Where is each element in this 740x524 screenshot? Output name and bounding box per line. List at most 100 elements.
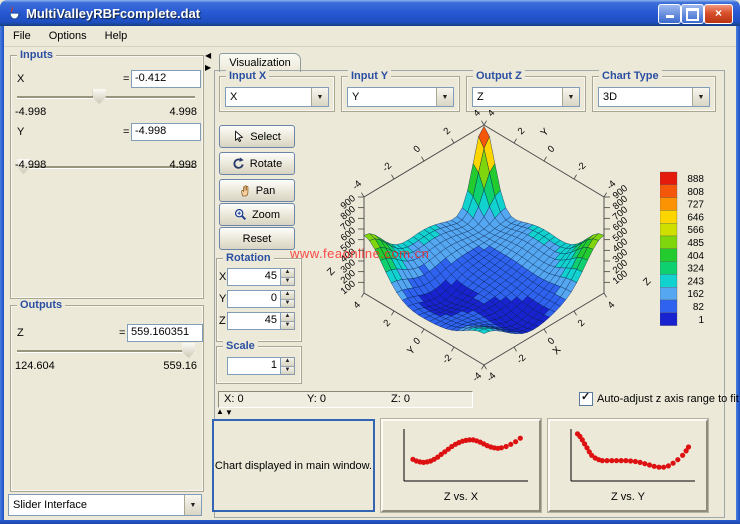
input-x-slider-track[interactable] — [17, 96, 195, 99]
svg-text:4: 4 — [471, 110, 483, 119]
rotation-group: Rotation X 45 ▲▼ Y 0 ▲▼ Z 45 ▲▼ — [216, 258, 302, 342]
input-x-selector-group: Input X X ▼ — [219, 76, 335, 112]
svg-text:-4: -4 — [470, 371, 484, 385]
output-z-max: 559.16 — [163, 360, 197, 372]
svg-text:Z: Z — [641, 276, 653, 288]
spin-down-icon[interactable]: ▼ — [281, 277, 294, 286]
tab-visualization-label: Visualization — [229, 57, 291, 69]
status-x: X: 0 — [224, 393, 244, 405]
spin-up-icon[interactable]: ▲ — [281, 269, 294, 277]
svg-text:Y: Y — [405, 344, 418, 357]
auto-adjust-label: Auto-adjust z axis range to fit — [597, 393, 739, 405]
input-y-min: -4.998 — [15, 159, 46, 171]
output-z-slider[interactable] — [17, 342, 195, 359]
input-x-slider[interactable] — [17, 88, 195, 105]
svg-text:2: 2 — [576, 318, 588, 330]
close-button[interactable]: × — [704, 4, 733, 24]
svg-text:82: 82 — [693, 302, 705, 313]
rotation-x-value[interactable]: 45 — [227, 268, 281, 286]
output-z-selector[interactable]: Z ▼ — [472, 87, 580, 107]
menu-options[interactable]: Options — [40, 28, 96, 44]
thumbnail-z-vs-x-label: Z vs. X — [383, 491, 539, 503]
output-z-slider-thumb[interactable] — [182, 343, 195, 358]
thumbnail-z-vs-y[interactable]: Z vs. Y — [548, 419, 708, 512]
input-x-slider-thumb[interactable] — [93, 89, 106, 104]
menu-bar: File Options Help — [4, 26, 736, 47]
z-vs-x-sparkline — [388, 424, 532, 488]
splitter-collapse-left-icon[interactable]: ◀ — [205, 52, 211, 60]
maximize-button[interactable] — [681, 4, 704, 24]
auto-adjust-checkbox[interactable]: ✓ — [579, 392, 593, 406]
svg-text:2: 2 — [441, 126, 453, 138]
output-z-label: Z — [17, 327, 24, 339]
input-y-selector[interactable]: Y ▼ — [347, 87, 454, 107]
svg-text:X: X — [551, 344, 564, 357]
scale-value[interactable]: 1 — [227, 357, 281, 375]
chart-type-selector-value: 3D — [599, 91, 692, 103]
rotate-tool-button[interactable]: Rotate — [219, 152, 295, 175]
scale-spinner[interactable]: 1 ▲▼ — [227, 357, 295, 375]
output-z-field[interactable]: 559.160351 — [127, 324, 203, 342]
input-x-field[interactable]: -0.412 — [131, 70, 201, 88]
svg-text:243: 243 — [687, 276, 704, 287]
thumbnail-main-chart[interactable]: Chart displayed in main window. — [212, 419, 375, 512]
title-bar: MultiValleyRBFcomplete.dat × — [0, 0, 740, 26]
horizontal-splitter[interactable]: ▲ ▼ — [216, 408, 726, 417]
pan-tool-label: Pan — [256, 185, 276, 197]
scale-group: Scale 1 ▲▼ — [216, 346, 302, 384]
spin-down-icon[interactable]: ▼ — [281, 366, 294, 375]
minimize-icon — [666, 15, 674, 18]
output-z-equals: = — [119, 327, 125, 339]
chevron-down-icon[interactable]: ▼ — [436, 88, 453, 106]
minimize-button[interactable] — [658, 4, 681, 24]
rotation-x-spinner[interactable]: 45 ▲▼ — [227, 268, 295, 286]
spin-up-icon[interactable]: ▲ — [281, 358, 294, 366]
thumbnail-z-vs-x[interactable]: Z vs. X — [381, 419, 541, 512]
select-tool-button[interactable]: Select — [219, 125, 295, 148]
java-app-icon — [7, 5, 23, 21]
spin-down-icon[interactable]: ▼ — [281, 299, 294, 308]
menu-help[interactable]: Help — [96, 28, 137, 44]
svg-text:162: 162 — [687, 289, 704, 300]
output-z-slider-track[interactable] — [17, 350, 195, 353]
output-z-selector-group: Output Z Z ▼ — [466, 76, 586, 112]
chevron-down-icon[interactable]: ▼ — [692, 88, 709, 106]
svg-text:404: 404 — [687, 251, 704, 262]
thumbnail-z-vs-y-label: Z vs. Y — [550, 491, 706, 503]
chevron-down-icon[interactable]: ▼ — [562, 88, 579, 106]
chart-type-selector-title: Chart Type — [599, 70, 662, 82]
interface-select[interactable]: Slider Interface ▼ — [8, 494, 202, 516]
splitter-collapse-up-icon[interactable]: ▲ — [216, 408, 224, 416]
chevron-down-icon[interactable]: ▼ — [311, 88, 328, 106]
pan-tool-button[interactable]: Pan — [219, 179, 295, 202]
spin-up-icon[interactable]: ▲ — [281, 313, 294, 321]
maximize-icon — [686, 8, 699, 21]
svg-text:646: 646 — [687, 212, 704, 223]
rotation-y-value[interactable]: 0 — [227, 290, 281, 308]
rotate-icon — [232, 157, 245, 170]
svg-text:485: 485 — [687, 238, 704, 249]
rotation-z-spinner[interactable]: 45 ▲▼ — [227, 312, 295, 330]
menu-file[interactable]: File — [4, 28, 40, 44]
splitter-expand-down-icon[interactable]: ▼ — [225, 409, 233, 417]
chevron-down-icon[interactable]: ▼ — [184, 495, 201, 515]
outputs-group: Outputs Z = 559.160351 124.604 559.16 — [10, 305, 204, 492]
spin-down-icon[interactable]: ▼ — [281, 321, 294, 330]
zoom-tool-button[interactable]: Zoom — [219, 203, 295, 226]
svg-text:-4: -4 — [350, 178, 364, 192]
svg-text:4: 4 — [486, 110, 498, 119]
inputs-group: Inputs X = -0.412 -4.998 4.998 Y = -4.99… — [10, 55, 204, 299]
rotation-z-value[interactable]: 45 — [227, 312, 281, 330]
input-x-selector[interactable]: X ▼ — [225, 87, 329, 107]
input-x-label: X — [17, 73, 24, 85]
svg-text:1: 1 — [698, 315, 704, 326]
svg-text:324: 324 — [687, 264, 704, 275]
chart-type-selector[interactable]: 3D ▼ — [598, 87, 710, 107]
spin-up-icon[interactable]: ▲ — [281, 291, 294, 299]
input-y-field[interactable]: -4.998 — [131, 123, 201, 141]
splitter-expand-right-icon[interactable]: ▶ — [205, 64, 211, 72]
input-y-range: -4.998 4.998 — [15, 159, 197, 171]
reset-button[interactable]: Reset — [219, 227, 295, 250]
rotation-y-spinner[interactable]: 0 ▲▼ — [227, 290, 295, 308]
svg-text:-2: -2 — [575, 160, 589, 174]
